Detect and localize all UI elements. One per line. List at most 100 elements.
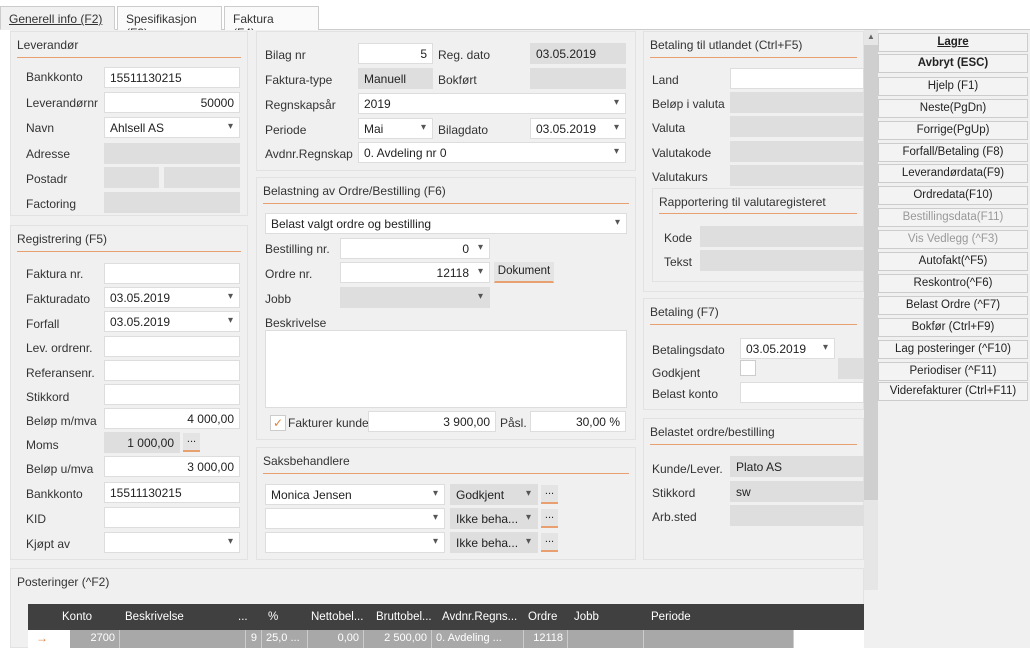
kjopt-dropdown[interactable] [104,532,240,553]
periode-dropdown[interactable]: Mai [358,118,433,139]
vis-vedlegg-button[interactable]: Vis Vedlegg (^F3) [878,230,1028,249]
levnr-input[interactable]: 50000 [104,92,240,113]
cell-code[interactable]: 9 [246,630,262,648]
hjelp-button[interactable]: Hjelp (F1) [878,77,1028,96]
saksbehandler-status[interactable]: Ikke beha... [450,532,538,553]
neste-button[interactable]: Neste(PgDn) [878,99,1028,118]
ordre-label: Ordre nr. [265,267,313,281]
belast-ordre-button[interactable]: Belast Ordre (^F7) [878,296,1028,315]
forfall-label: Forfall [26,317,60,331]
tab-spesifikasjon[interactable]: Spesifikasjon (F3) [117,6,222,40]
land-label: Land [652,73,679,87]
kode-input [700,226,864,247]
land-input[interactable] [730,68,864,89]
fakturer-input[interactable]: 3 900,00 [368,411,496,432]
column-header[interactable]: ... [238,611,248,623]
bestillingsdata-button[interactable]: Bestillingsdata(F11) [878,208,1028,227]
belast-konto-input[interactable] [740,382,864,403]
levordrenr-input[interactable] [104,336,240,357]
forfall-betaling-button[interactable]: Forfall/Betaling (F8) [878,143,1028,162]
factoring-input[interactable] [104,192,240,213]
moms-more-button[interactable]: ... [183,433,200,452]
saksbehandler-more-button[interactable]: ... [541,509,558,528]
saksbehandler-dropdown[interactable] [265,508,445,529]
reskontro-button[interactable]: Reskontro(^F6) [878,274,1028,293]
fakturer-checkbox[interactable]: ✓ [270,415,286,431]
regnskapsar-dropdown[interactable]: 2019 [358,93,626,114]
cell-konto[interactable]: 2700 [70,630,120,648]
jobb-dropdown[interactable] [340,287,490,308]
saksbehandler-status[interactable]: Godkjent [450,484,538,505]
tab-generell-info[interactable]: Generell info (F2) [0,6,115,30]
referansenr-input[interactable] [104,360,240,381]
column-header[interactable]: Bruttobel... [376,611,432,623]
avdnr-dropdown[interactable]: 0. Avdeling nr 0 [358,142,626,163]
tab-faktura[interactable]: Faktura (F4) ⊸ [224,6,319,40]
column-header[interactable]: Jobb [574,611,599,623]
scrollbar-thumb[interactable] [864,45,878,500]
beskrivelse-textarea[interactable] [265,330,627,408]
saksbehandler-more-button[interactable]: ... [541,533,558,552]
cell-nettobelop[interactable]: 0,00 [308,630,364,648]
kid-input[interactable] [104,507,240,528]
saksbehandler-more-button[interactable]: ... [541,485,558,504]
scroll-up-icon[interactable]: ▲ [867,32,875,41]
belastning-dropdown[interactable]: Belast valgt ordre og bestilling [265,213,627,234]
bilagnr-input[interactable]: 5 [358,43,433,64]
cell-bruttobelop[interactable]: 2 500,00 [364,630,432,648]
saksbehandler-dropdown[interactable] [265,532,445,553]
stikkord-input[interactable] [104,384,240,405]
column-header[interactable]: Konto [62,611,92,623]
cell-avdnr[interactable]: 0. Avdeling ... [432,630,524,648]
lag-posteringer-button[interactable]: Lag posteringer (^F10) [878,340,1028,359]
moms-input[interactable]: 1 000,00 [104,432,180,453]
bilagdato-input[interactable]: 03.05.2019 [530,118,626,139]
fakturanr-input[interactable] [104,263,240,284]
autofakt-button[interactable]: Autofakt(^F5) [878,252,1028,271]
bestilling-input[interactable]: 0 [340,238,490,259]
tekst-input [700,250,864,271]
adresse-input[interactable] [104,143,240,164]
ordre-input[interactable]: 12118 [340,262,490,283]
pasl-input[interactable]: 30,00 % [530,411,626,432]
saksbehandler-dropdown[interactable]: Monica Jensen [265,484,445,505]
cell-beskrivelse[interactable] [120,630,246,648]
navn-dropdown[interactable]: Ahlsell AS [104,117,240,138]
poststed-input[interactable] [164,167,240,188]
avbryt-button[interactable]: Avbryt (ESC) [878,54,1028,73]
kode-label: Kode [664,231,693,245]
godkjent-checkbox[interactable] [740,360,756,376]
forrige-button[interactable]: Forrige(PgUp) [878,121,1028,140]
betalingsdato-input[interactable]: 03.05.2019 [740,338,835,359]
column-header[interactable]: Beskrivelse [125,611,184,623]
column-header[interactable]: Ordre [528,611,557,623]
column-header[interactable]: Periode [651,611,691,623]
cell-ordre[interactable]: 12118 [524,630,568,648]
fakturadato-input[interactable]: 03.05.2019 [104,287,240,308]
viderefakturer-button[interactable]: Viderefakturer (Ctrl+F11) [878,382,1028,401]
belop-mva-input[interactable]: 4 000,00 [104,408,240,429]
column-header[interactable]: % [268,611,278,623]
cell-percent[interactable]: 25,0 ... [262,630,308,648]
fakturatype-input: Manuell [358,68,433,89]
reg-bankkonto-input[interactable]: 15511130215 [104,482,240,503]
cell-jobb[interactable] [568,630,644,648]
bankkonto-input[interactable]: 15511130215 [104,67,240,88]
lagre-button[interactable]: Lagre [878,33,1028,52]
ordredata-button[interactable]: Ordredata(F10) [878,186,1028,205]
leverandordata-button[interactable]: Leverandørdata(F9) [878,164,1028,183]
column-header[interactable]: Nettobel... [311,611,363,623]
forfall-input[interactable]: 03.05.2019 [104,311,240,332]
saksbehandler-status[interactable]: Ikke beha... [450,508,538,529]
dokument-button[interactable]: Dokument [494,262,554,283]
periodiser-button[interactable]: Periodiser (^F11) [878,362,1028,381]
belop-umva-input[interactable]: 3 000,00 [104,456,240,477]
table-row[interactable]: → 2700 9 25,0 ... 0,00 2 500,00 0. Avdel… [28,630,864,648]
periode-label: Periode [265,123,307,137]
godkjent-label: Godkjent [652,366,701,380]
column-header[interactable]: Avdnr.Regns... [442,611,517,623]
cell-periode[interactable] [644,630,794,648]
bilagdato-label: Bilagdato [438,123,489,137]
postnr-input[interactable] [104,167,159,188]
bokfor-button[interactable]: Bokfør (Ctrl+F9) [878,318,1028,337]
